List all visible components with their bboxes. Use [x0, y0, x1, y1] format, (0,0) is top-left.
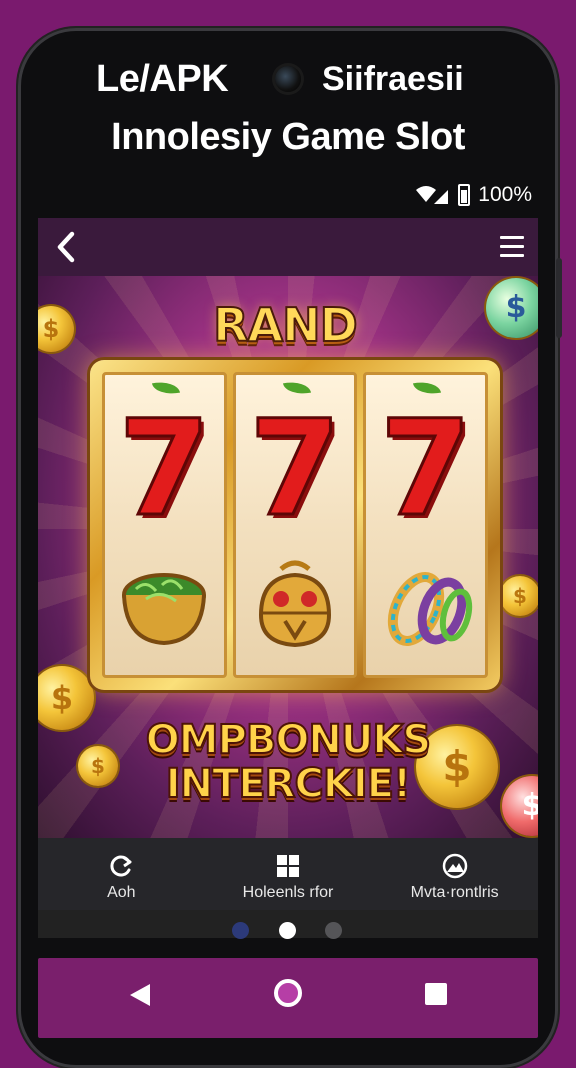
battery-icon — [458, 184, 471, 206]
tab-holeenls[interactable]: Holeenls rfor — [205, 838, 372, 910]
lucky-seven-symbol: 7 — [378, 392, 473, 546]
page-heading-line2: Innolesiy Game Slot — [111, 116, 465, 158]
lucky-seven-symbol: 7 — [117, 392, 212, 546]
page-dot[interactable] — [232, 922, 249, 939]
tab-aoh[interactable]: Aoh — [38, 838, 205, 910]
bonus-banner: OMPBONUKS INTERCKIE! — [38, 717, 538, 807]
lucky-seven-symbol: 7 — [248, 392, 343, 546]
app-bar — [38, 218, 538, 276]
slot-reel: 7 — [102, 372, 227, 678]
slot-game-banner[interactable]: $ $ $ $ $ $ $ RAND SLOT 7 7 — [38, 276, 538, 838]
treasure-pot-icon — [122, 573, 207, 646]
nav-recents-icon[interactable] — [425, 983, 447, 1005]
battery-percentage: 100% — [478, 183, 532, 206]
heading-right-text: Siifraesii — [322, 60, 464, 98]
page-dot-active[interactable] — [279, 922, 296, 939]
game-title-logo: RAND SLOT — [212, 297, 359, 415]
hamburger-menu-icon[interactable] — [500, 236, 524, 258]
nav-home-icon[interactable] — [274, 979, 302, 1007]
bottom-tab-bar: Aoh Holeenls rfor Mvta·rontlris — [38, 838, 538, 910]
slot-reel: 7 — [363, 372, 489, 678]
tab-label: Holeenls rfor — [242, 884, 334, 901]
refresh-icon — [110, 855, 132, 877]
golden-bell-icon — [258, 560, 332, 648]
tab-mvta[interactable]: Mvta·rontlris — [371, 838, 538, 910]
page-dot[interactable] — [325, 922, 342, 939]
back-arrow-icon[interactable] — [52, 230, 82, 264]
heading-left-text: Le/APK — [96, 58, 229, 100]
status-bar: 100% — [414, 182, 532, 208]
slot-reel: 7 — [232, 372, 358, 678]
slot-reels: 7 7 7 — [102, 372, 489, 678]
coin-icon: $ — [486, 278, 538, 338]
coin-icon: $ — [500, 576, 538, 616]
mountain-badge-icon — [442, 853, 467, 879]
system-nav-bar — [38, 958, 538, 1038]
grid-icon — [277, 855, 299, 877]
bonus-line-2: INTERCKIE! — [165, 761, 413, 807]
bonus-line-1: OMPBONUKS — [145, 717, 432, 763]
page-indicator — [0, 922, 576, 942]
front-camera-icon — [275, 66, 301, 92]
power-button — [556, 258, 562, 338]
app-screen: $ $ $ $ $ $ $ RAND SLOT 7 7 — [38, 218, 538, 938]
jeweled-rings-icon — [387, 572, 472, 646]
tab-label: Mvta·rontlris — [410, 884, 499, 901]
nav-back-icon[interactable] — [128, 982, 152, 1008]
tab-label: Aoh — [107, 884, 136, 901]
wifi-signal-icon — [416, 186, 449, 204]
